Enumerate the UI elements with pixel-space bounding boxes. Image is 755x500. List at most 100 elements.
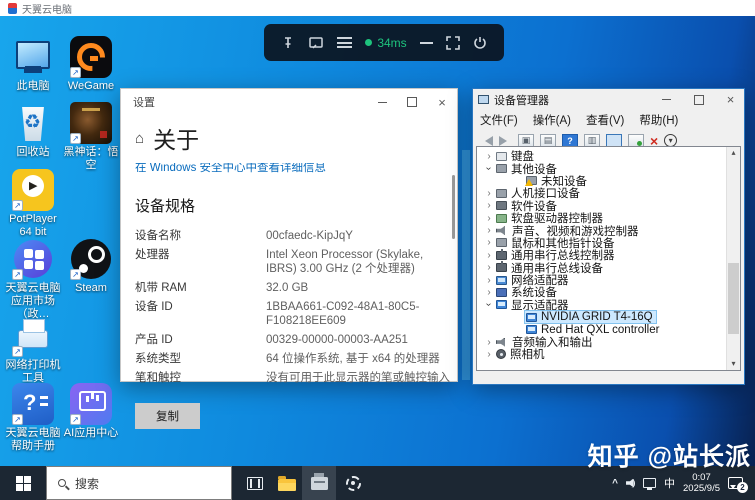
spec-label: 处理器 — [135, 249, 170, 261]
expander-icon[interactable] — [483, 337, 495, 348]
settings-scrollbar[interactable] — [452, 175, 455, 239]
gear-icon — [345, 475, 361, 491]
security-link-text[interactable]: 在 Windows 安全中心中查看详细信息 — [135, 163, 457, 173]
menu-item[interactable]: 操作(A) — [533, 112, 571, 128]
desktop-icon-label: 此电脑 — [16, 80, 50, 92]
expander-icon[interactable] — [483, 225, 495, 236]
fullscreen-icon[interactable] — [446, 35, 460, 50]
spec-row: 设备 ID 1BBAA661-C092-48A1-80C5-F108218EE6… — [135, 300, 457, 328]
client-floating-toolbar: 34ms — [264, 24, 504, 61]
device-tree-cell[interactable]: 显示适配器 — [495, 299, 572, 312]
expander-icon[interactable] — [483, 188, 495, 199]
forward-icon[interactable] — [499, 135, 512, 146]
expander-icon[interactable] — [483, 151, 495, 162]
desktop-icon[interactable]: ↗ 黑神话：悟空 — [60, 102, 122, 172]
maximize-button[interactable] — [397, 91, 427, 113]
device-type-icon — [526, 325, 537, 335]
device-manager-app-icon — [478, 95, 489, 104]
device-tree-row[interactable]: 照相机 — [477, 348, 740, 361]
file-explorer-button[interactable] — [270, 466, 304, 500]
desktop-icon[interactable]: ↗ 天翼云电脑应用市场（政… — [2, 238, 64, 321]
status-dot-icon — [365, 39, 373, 46]
shortcut-arrow-icon: ↗ — [12, 200, 23, 211]
settings-window-title: 设置 — [133, 97, 155, 109]
scrollbar-thumb[interactable] — [728, 262, 739, 335]
page-title: 关于 — [153, 127, 200, 153]
desktop-icon-image: ↗ — [70, 238, 112, 280]
close-button[interactable] — [717, 91, 744, 108]
device-tree-row[interactable]: 显示适配器 — [477, 299, 740, 312]
desktop-icon-image: ↗ — [70, 102, 112, 144]
device-type-icon — [496, 300, 507, 310]
expander-icon[interactable] — [483, 200, 495, 211]
taskbar-clock[interactable]: 0:07 2025/9/5 — [683, 472, 720, 494]
desktop-icon[interactable]: ↗ 天翼云电脑帮助手册 — [2, 383, 64, 453]
device-tree-cell[interactable]: NVIDIA GRID T4-16Q — [524, 310, 657, 325]
menu-icon[interactable] — [337, 37, 353, 48]
device-tree-row[interactable]: NVIDIA GRID T4-16Q — [477, 310, 740, 325]
volume-button[interactable] — [626, 478, 636, 488]
expander-icon[interactable] — [483, 287, 495, 298]
device-tree-cell[interactable]: 照相机 — [495, 348, 548, 361]
shortcut-arrow-icon: ↗ — [12, 414, 23, 425]
scroll-up-icon[interactable]: ▴ — [727, 147, 740, 159]
desktop-icon-label: WeGame — [67, 80, 115, 92]
menu-item[interactable]: 文件(F) — [480, 112, 518, 128]
device-manager-window: 设备管理器 文件(F)操作(A)查看(V)帮助(H) ▣ ▤ ? ▥ × ▾ 键… — [472, 88, 745, 385]
desktop-icon-label: 回收站 — [16, 146, 50, 158]
minimize-button[interactable] — [367, 91, 397, 113]
desktop-icon[interactable]: ↗ WeGame — [60, 36, 122, 93]
expander-icon[interactable] — [483, 237, 495, 248]
menu-item[interactable]: 帮助(H) — [639, 112, 678, 128]
settings-taskbar-button[interactable] — [336, 466, 370, 500]
minimize-button[interactable] — [653, 91, 680, 108]
device-manager-taskbar-button[interactable] — [302, 466, 336, 500]
taskbar-search[interactable]: 搜索 — [46, 466, 232, 500]
shortcut-arrow-icon: ↗ — [70, 133, 81, 144]
screen-cast-icon[interactable] — [308, 36, 324, 50]
device-type-icon — [496, 275, 507, 285]
device-type-icon — [496, 238, 507, 248]
device-spec-table: 设备名称 00cfaedc-KipJqY 处理器 Intel Xeon Proc… — [135, 229, 457, 385]
desktop-icon-image: ↗ — [70, 383, 112, 425]
expander-icon[interactable] — [483, 213, 495, 224]
expander-icon[interactable] — [483, 163, 495, 174]
device-tree-row[interactable]: 其他设备 — [477, 162, 740, 176]
ime-indicator[interactable]: 中 — [664, 475, 675, 491]
desktop-icon[interactable]: ↗ 此电脑 — [2, 36, 64, 93]
scroll-down-icon[interactable]: ▾ — [727, 358, 740, 370]
device-type-icon — [496, 201, 507, 211]
expander-icon[interactable] — [483, 299, 495, 310]
minimize-icon[interactable] — [419, 41, 433, 44]
expander-icon[interactable] — [483, 275, 495, 286]
task-view-button[interactable] — [238, 466, 272, 500]
settings-content: ⌂ 关于 在 Windows 安全中心中查看详细信息 设备规格 设备名称 00c… — [121, 121, 457, 429]
shortcut-arrow-icon: ↗ — [12, 346, 23, 357]
maximize-button[interactable] — [685, 91, 712, 108]
desktop-icon-image: ↗ — [12, 238, 54, 280]
network-icon[interactable] — [643, 478, 657, 490]
notification-center-button[interactable]: 2 — [728, 477, 748, 493]
desktop-icon[interactable]: ↗ 网络打印机工具 — [2, 315, 64, 385]
pin-icon[interactable] — [281, 36, 295, 50]
device-tree-scrollbar[interactable]: ▴ ▾ — [726, 147, 740, 370]
expander-icon[interactable] — [483, 349, 495, 360]
close-button[interactable] — [427, 91, 457, 113]
desktop-icon[interactable]: ↗ 回收站 — [2, 102, 64, 159]
start-button[interactable] — [0, 466, 46, 500]
desktop-icon[interactable]: ↗ Steam — [60, 238, 122, 295]
power-icon[interactable] — [473, 36, 487, 50]
spec-value: 00cfaedc-KipJqY — [266, 230, 353, 242]
security-link-clipped[interactable]: 在 Windows 安全中心中查看详细信息 — [135, 163, 457, 173]
back-icon[interactable] — [480, 135, 493, 146]
shortcut-arrow-icon: ↗ — [12, 269, 23, 280]
desktop-icon[interactable]: ↗ AI应用中心 — [60, 383, 122, 440]
expander-icon[interactable] — [483, 250, 495, 261]
menu-item[interactable]: 查看(V) — [586, 112, 624, 128]
expander-icon[interactable] — [483, 262, 495, 273]
hidden-icons-chevron[interactable]: ^ — [612, 478, 618, 489]
device-type-icon — [496, 261, 507, 273]
desktop-icon[interactable]: ↗ PotPlayer 64 bit — [2, 169, 64, 239]
copy-button[interactable]: 复制 — [135, 403, 200, 429]
spec-label: 笔和触控 — [135, 372, 181, 384]
